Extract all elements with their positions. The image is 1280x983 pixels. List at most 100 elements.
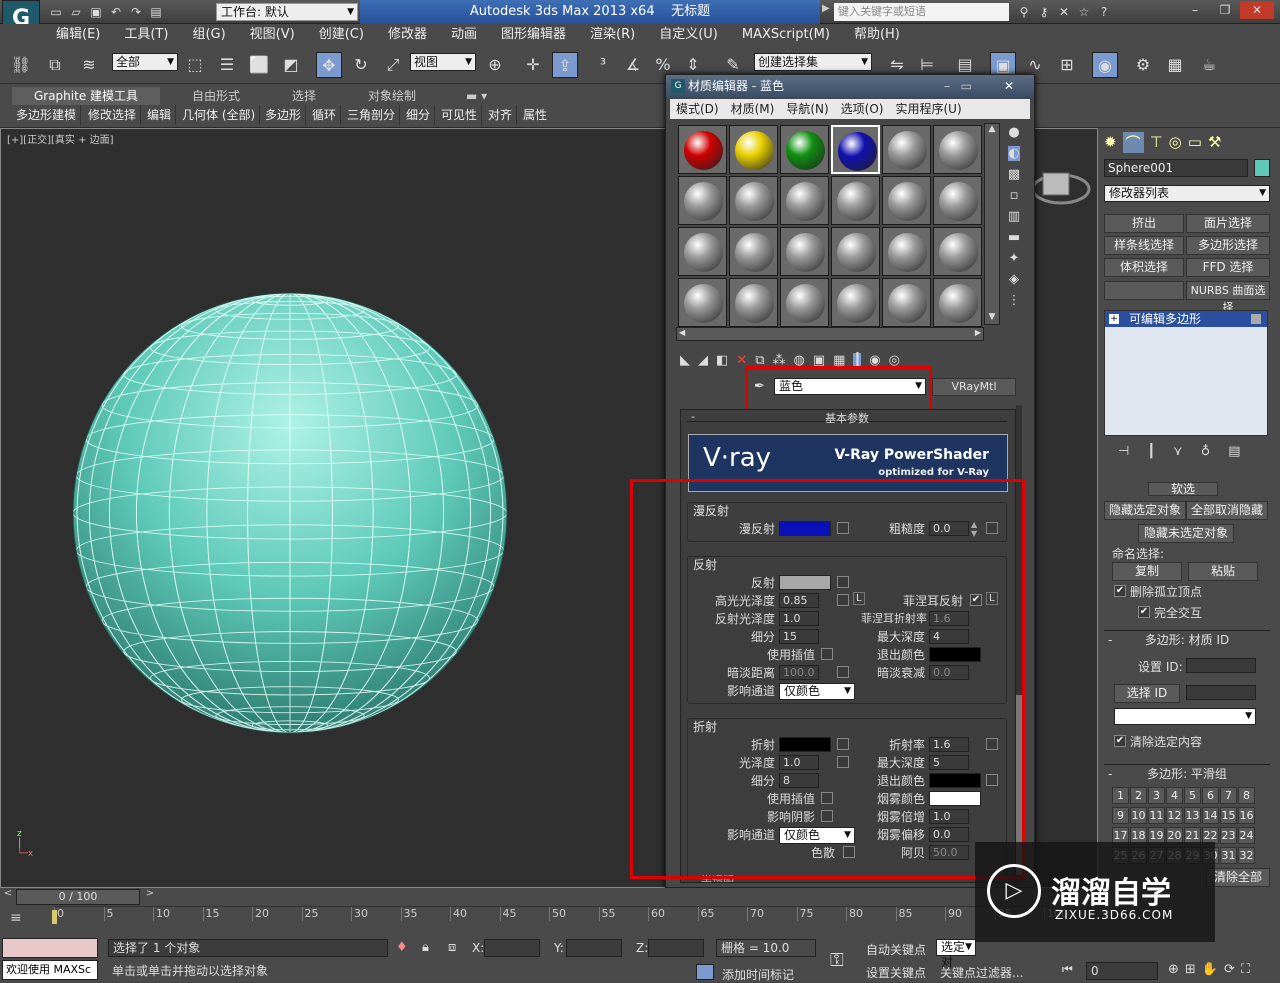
material-slot[interactable] bbox=[933, 125, 982, 174]
material-slot[interactable] bbox=[831, 227, 880, 276]
select-object-icon[interactable]: ⬚ bbox=[182, 52, 208, 78]
star-icon[interactable]: ☆ bbox=[1074, 3, 1094, 21]
assign-to-selection-icon[interactable]: ◧ bbox=[716, 353, 728, 368]
ribbon-triangulation[interactable]: 三角剖分 bbox=[343, 105, 400, 125]
orbit-icon[interactable]: ⟳ bbox=[1224, 962, 1235, 977]
time-slider[interactable]: 0 / 100 bbox=[16, 889, 140, 905]
tab-object-paint[interactable]: 对象绘制 bbox=[368, 87, 416, 105]
ribbon-options-icon[interactable]: ▬ ▾ bbox=[466, 87, 487, 105]
select-by-name-icon[interactable]: ☰ bbox=[214, 52, 240, 78]
background-icon[interactable]: ▩ bbox=[1008, 167, 1020, 182]
smoothing-group-button[interactable]: 2 bbox=[1130, 787, 1147, 804]
set-id-spinner[interactable] bbox=[1186, 658, 1256, 673]
scroll-down-icon[interactable]: ▼ bbox=[985, 312, 999, 322]
move-icon[interactable]: ✥ bbox=[316, 52, 342, 78]
keyboard-shortcut-icon[interactable]: ⇪ bbox=[552, 52, 578, 78]
select-by-material-icon[interactable]: ◈ bbox=[1009, 272, 1019, 287]
track-bar-icon[interactable]: ≡ bbox=[10, 910, 22, 926]
schematic-view-icon[interactable]: ⊞ bbox=[1054, 52, 1080, 78]
material-slot[interactable] bbox=[933, 227, 982, 276]
redo-icon[interactable]: ↷ bbox=[126, 3, 146, 21]
expand-icon[interactable]: ▶ bbox=[822, 3, 830, 14]
window-crossing-icon[interactable]: ◩ bbox=[278, 52, 304, 78]
light-bulb-icon[interactable] bbox=[1251, 314, 1261, 324]
material-slot[interactable] bbox=[678, 176, 727, 225]
current-frame-marker[interactable] bbox=[52, 910, 57, 924]
selection-filter[interactable]: 全部▼ bbox=[112, 53, 178, 71]
smoothing-group-button[interactable]: 24 bbox=[1238, 827, 1255, 844]
material-type-button[interactable]: VRayMtl bbox=[932, 378, 1016, 396]
modifier-spline-select-button[interactable]: 样条线选择 bbox=[1104, 236, 1184, 255]
search-input[interactable]: 键入关键字或短语 bbox=[834, 3, 1009, 21]
reference-coord-system[interactable]: 视图▼ bbox=[410, 53, 476, 71]
remove-modifier-icon[interactable]: ♁ bbox=[1201, 444, 1211, 459]
restore-icon[interactable]: ❐ bbox=[1210, 1, 1240, 19]
modifier-ffd-select-button[interactable]: FFD 选择 bbox=[1186, 258, 1270, 277]
render-setup-icon[interactable]: ⚙ bbox=[1130, 52, 1156, 78]
scale-icon[interactable]: ⤢ bbox=[380, 52, 406, 78]
copy-button[interactable]: 复制 bbox=[1112, 562, 1182, 581]
ribbon-loops[interactable]: 循环 bbox=[308, 105, 341, 125]
soft-selection-rollout[interactable]: 软选 bbox=[1148, 482, 1218, 496]
smoothing-group-button[interactable]: 16 bbox=[1238, 807, 1255, 824]
menu-tools[interactable]: 工具(T) bbox=[112, 24, 180, 46]
unlink-icon[interactable]: ⧉ bbox=[42, 52, 68, 78]
material-slot[interactable] bbox=[780, 227, 829, 276]
smoothing-group-button[interactable]: 12 bbox=[1166, 807, 1183, 824]
smoothing-group-button[interactable]: 3 bbox=[1148, 787, 1165, 804]
paste-button[interactable]: 粘贴 bbox=[1188, 562, 1258, 581]
smoothing-group-button[interactable]: 1 bbox=[1112, 787, 1129, 804]
time-tag-icon[interactable] bbox=[696, 964, 714, 980]
modifier-poly-select-button[interactable]: 多边形选择 bbox=[1186, 236, 1270, 255]
time-slider-next-icon[interactable]: > bbox=[142, 888, 158, 906]
viewcube[interactable] bbox=[1031, 159, 1091, 219]
sphere-object[interactable] bbox=[61, 289, 521, 749]
options-icon[interactable]: ✦ bbox=[1009, 251, 1020, 266]
key-icon[interactable]: ⚷ bbox=[1034, 3, 1054, 21]
scroll-left-icon[interactable]: ◀ bbox=[679, 328, 685, 337]
modifier-patch-select-button[interactable]: 面片选择 bbox=[1186, 214, 1270, 233]
mat-menu-navigation[interactable]: 导航(N) bbox=[780, 99, 834, 119]
material-slot[interactable] bbox=[882, 176, 931, 225]
smoothing-group-button[interactable]: 11 bbox=[1148, 807, 1165, 824]
object-name-field[interactable]: Sphere001 bbox=[1104, 159, 1248, 177]
select-id-spinner[interactable] bbox=[1186, 685, 1256, 700]
maxscript-listener-mini[interactable] bbox=[2, 938, 98, 958]
close-icon[interactable]: ✕ bbox=[1004, 75, 1014, 97]
expand-icon[interactable]: + bbox=[1109, 314, 1119, 324]
zoom-all-icon[interactable]: ⊞ bbox=[1185, 962, 1196, 977]
maximize-viewport-icon[interactable]: ⛶ bbox=[1241, 962, 1250, 977]
pan-icon[interactable]: ✋ bbox=[1202, 962, 1218, 977]
make-preview-icon[interactable]: ▬ bbox=[1008, 230, 1020, 245]
select-manipulate-icon[interactable]: ✛ bbox=[520, 52, 546, 78]
tab-graphite[interactable]: Graphite 建模工具 bbox=[12, 87, 160, 105]
x-coord-field[interactable] bbox=[484, 939, 540, 957]
material-slot[interactable] bbox=[933, 278, 982, 327]
workspace-select[interactable]: 工作台: 默认▼ bbox=[216, 3, 358, 21]
smoothing-group-button[interactable]: 15 bbox=[1220, 807, 1237, 824]
menu-customize[interactable]: 自定义(U) bbox=[647, 24, 730, 46]
uv-tiling-icon[interactable]: ▫ bbox=[1010, 188, 1019, 203]
isolate-icon[interactable]: ♦ bbox=[396, 940, 408, 955]
smoothing-group-button[interactable]: 9 bbox=[1112, 807, 1129, 824]
material-slot[interactable] bbox=[729, 176, 778, 225]
backlight-icon[interactable]: ◐ bbox=[1008, 146, 1019, 161]
delete-isolated-checkbox[interactable]: ✔ bbox=[1114, 585, 1126, 597]
smoothing-group-button[interactable]: 4 bbox=[1166, 787, 1183, 804]
hierarchy-tab-icon[interactable]: ⊤ bbox=[1150, 133, 1163, 151]
smoothing-group-button[interactable]: 8 bbox=[1238, 787, 1255, 804]
mat-menu-utilities[interactable]: 实用程序(U) bbox=[889, 99, 967, 119]
close-icon[interactable]: ✕ bbox=[1240, 1, 1274, 19]
material-slot[interactable] bbox=[882, 227, 931, 276]
hide-selected-button[interactable]: 隐藏选定对象 bbox=[1104, 501, 1186, 520]
time-slider-prev-icon[interactable]: < bbox=[0, 888, 16, 906]
minimize-icon[interactable]: – bbox=[944, 75, 950, 97]
display-tab-icon[interactable]: ▭ bbox=[1188, 133, 1202, 151]
smoothing-group-button[interactable]: 14 bbox=[1202, 807, 1219, 824]
modifier-vol-select-button[interactable]: 体积选择 bbox=[1104, 258, 1184, 277]
material-slot[interactable] bbox=[831, 176, 880, 225]
video-color-check-icon[interactable]: ▥ bbox=[1008, 209, 1020, 224]
smoothing-group-button[interactable]: 31 bbox=[1220, 847, 1237, 864]
smoothing-group-button[interactable]: 13 bbox=[1184, 807, 1201, 824]
basic-params-rollout[interactable]: -基本参数 bbox=[687, 410, 1007, 422]
